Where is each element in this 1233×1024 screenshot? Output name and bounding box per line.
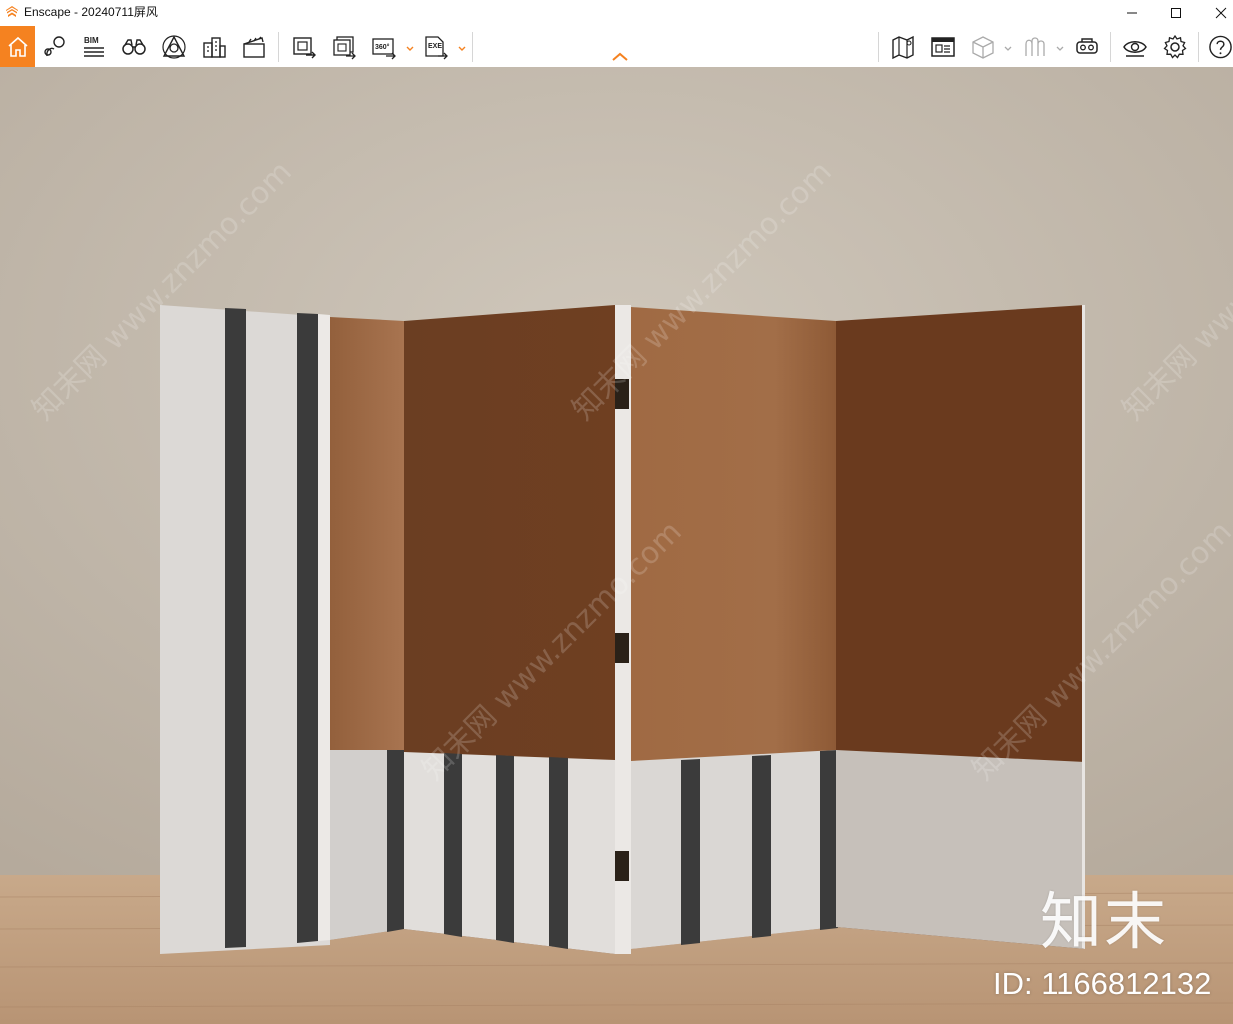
hinge-top xyxy=(615,379,629,409)
map-icon xyxy=(892,35,914,60)
home-button[interactable] xyxy=(0,26,35,67)
help-button[interactable] xyxy=(1204,29,1233,65)
atmosphere-button[interactable] xyxy=(156,29,192,65)
cube-icon xyxy=(972,36,994,59)
hinge-bottom xyxy=(615,851,629,881)
help-icon xyxy=(1209,35,1232,59)
toolbar-separator xyxy=(472,32,473,62)
video-editor-button[interactable] xyxy=(236,29,272,65)
maximize-icon xyxy=(1171,8,1181,18)
settings-icon xyxy=(1163,34,1187,59)
binoculars-button[interactable] xyxy=(116,29,152,65)
maximize-button[interactable] xyxy=(1153,0,1199,26)
close-button[interactable] xyxy=(1198,0,1233,26)
window-title: Enscape - 20240711屏风 xyxy=(24,5,158,19)
visibility-icon xyxy=(1123,41,1147,57)
clapperboard-icon xyxy=(243,36,265,58)
minimize-icon xyxy=(1127,12,1137,14)
map-button[interactable] xyxy=(885,29,921,65)
toolbar-separator xyxy=(1198,32,1199,62)
asset-library-button[interactable] xyxy=(925,29,961,65)
vr-headset-icon xyxy=(1076,38,1098,54)
cube-dropdown[interactable] xyxy=(1004,40,1012,51)
binoculars-icon xyxy=(122,39,146,55)
bim-button[interactable]: BIM xyxy=(76,29,112,65)
svg-text:EXE: EXE xyxy=(428,43,442,50)
asset-library-icon xyxy=(931,37,955,57)
panorama-dropdown[interactable] xyxy=(406,40,414,51)
bim-icon: BIM xyxy=(84,36,104,57)
batch-render-button[interactable] xyxy=(326,29,362,65)
buildings-icon xyxy=(203,37,226,58)
screenshot-icon xyxy=(293,37,316,59)
rendered-scene xyxy=(0,67,1233,1024)
home-icon xyxy=(7,36,28,57)
svg-text:360°: 360° xyxy=(375,43,390,51)
materials-button[interactable] xyxy=(1017,29,1053,65)
vr-headset-button[interactable] xyxy=(1069,29,1105,65)
chevron-down-icon xyxy=(458,46,466,51)
chevron-down-icon xyxy=(1004,46,1012,51)
toolbar-separator xyxy=(278,32,279,62)
watermark-id: ID: 1166812132 xyxy=(993,966,1212,1001)
settings-button[interactable] xyxy=(1157,29,1193,65)
chevron-down-icon xyxy=(1056,46,1064,51)
visibility-button[interactable] xyxy=(1117,29,1153,65)
panorama-360-icon: 360° xyxy=(372,38,396,60)
render-viewport[interactable]: 知末网 www.znzmo.com 知末网 www.znzmo.com 知末网 … xyxy=(0,67,1233,1024)
export-dropdown[interactable] xyxy=(458,40,466,51)
toolbar-separator xyxy=(1110,32,1111,62)
export-exe-icon: EXE xyxy=(425,36,448,60)
chevron-down-icon xyxy=(406,46,414,51)
view-management-icon xyxy=(44,36,65,57)
batch-render-icon xyxy=(333,36,356,60)
screenshot-button[interactable] xyxy=(286,29,322,65)
title-bar: Enscape - 20240711屏风 xyxy=(0,0,1233,26)
buildings-button[interactable] xyxy=(196,29,232,65)
atmosphere-icon xyxy=(162,35,186,59)
export-exe-button[interactable]: EXE xyxy=(418,29,454,65)
panorama-button[interactable]: 360° xyxy=(366,29,402,65)
toolbar-separator xyxy=(878,32,879,62)
view-management-button[interactable] xyxy=(37,29,73,65)
enscape-logo-icon xyxy=(5,5,19,19)
materials-dropdown[interactable] xyxy=(1056,40,1064,51)
minimize-button[interactable] xyxy=(1109,0,1155,26)
materials-icon xyxy=(1025,37,1045,56)
watermark-logo: 知末 xyxy=(1040,885,1169,958)
close-icon xyxy=(1215,7,1227,19)
cube-button[interactable] xyxy=(965,29,1001,65)
hinge-middle xyxy=(615,633,629,663)
svg-text:BIM: BIM xyxy=(84,36,99,45)
collapse-toolbar-chevron-icon[interactable] xyxy=(611,52,629,62)
